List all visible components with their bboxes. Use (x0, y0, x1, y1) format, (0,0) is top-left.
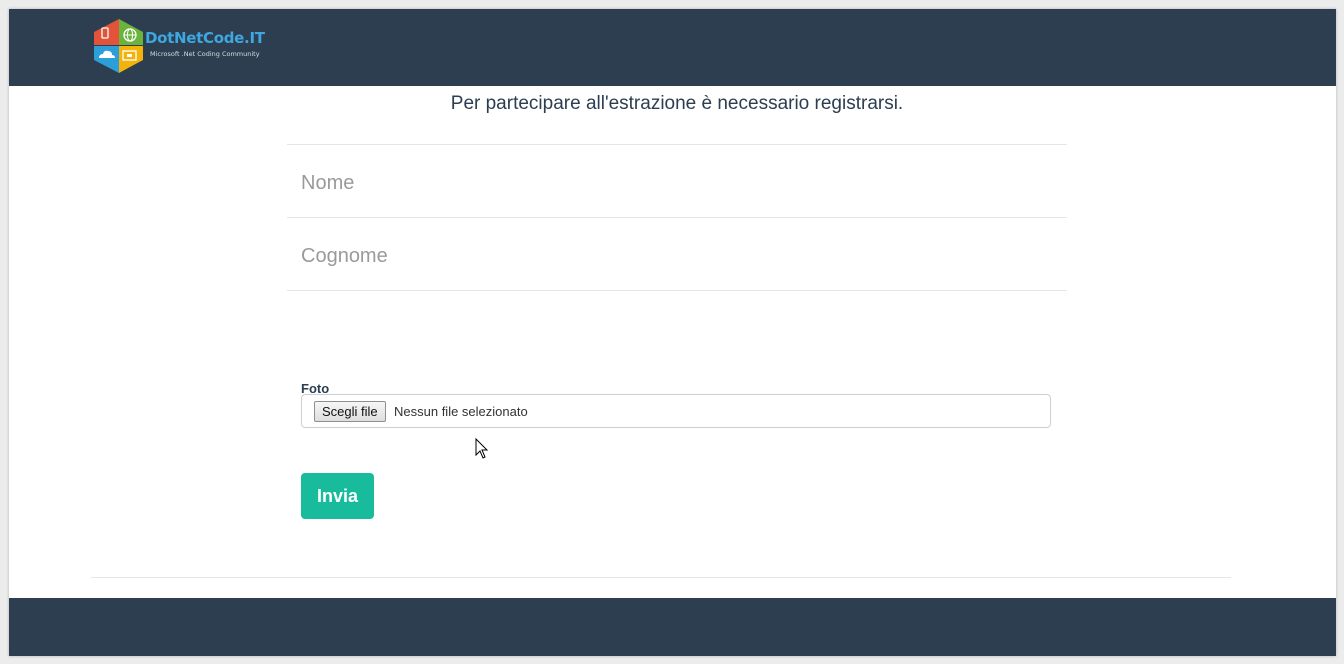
choose-file-button[interactable]: Scegli file (314, 401, 386, 422)
footer-divider (91, 577, 1231, 578)
mouse-pointer-icon (475, 438, 489, 459)
cognome-row (287, 218, 1067, 291)
footer (9, 598, 1336, 656)
nome-row (287, 145, 1067, 218)
form-intro-text: Per partecipare all'estrazione è necessa… (450, 93, 904, 114)
foto-file-input[interactable]: Scegli file Nessun file selezionato (301, 394, 1051, 428)
logo-hexagon-icon (94, 19, 143, 73)
brand-subtitle: Microsoft .Net Coding Community (150, 50, 260, 58)
registration-form: Per partecipare all'estrazione è necessa… (287, 86, 1067, 519)
form-intro: Per partecipare all'estrazione è necessa… (287, 86, 1067, 145)
navbar: DotNetCode.IT Microsoft .Net Coding Comm… (9, 9, 1336, 86)
brand-title: DotNetCode.IT (145, 29, 265, 47)
file-status-text: Nessun file selezionato (394, 404, 528, 419)
submit-button[interactable]: Invia (301, 473, 374, 519)
nome-input[interactable] (301, 167, 1041, 199)
brand-logo[interactable]: DotNetCode.IT Microsoft .Net Coding Comm… (93, 18, 273, 74)
browser-viewport: DotNetCode.IT Microsoft .Net Coding Comm… (9, 9, 1336, 656)
cognome-input[interactable] (301, 240, 1041, 272)
